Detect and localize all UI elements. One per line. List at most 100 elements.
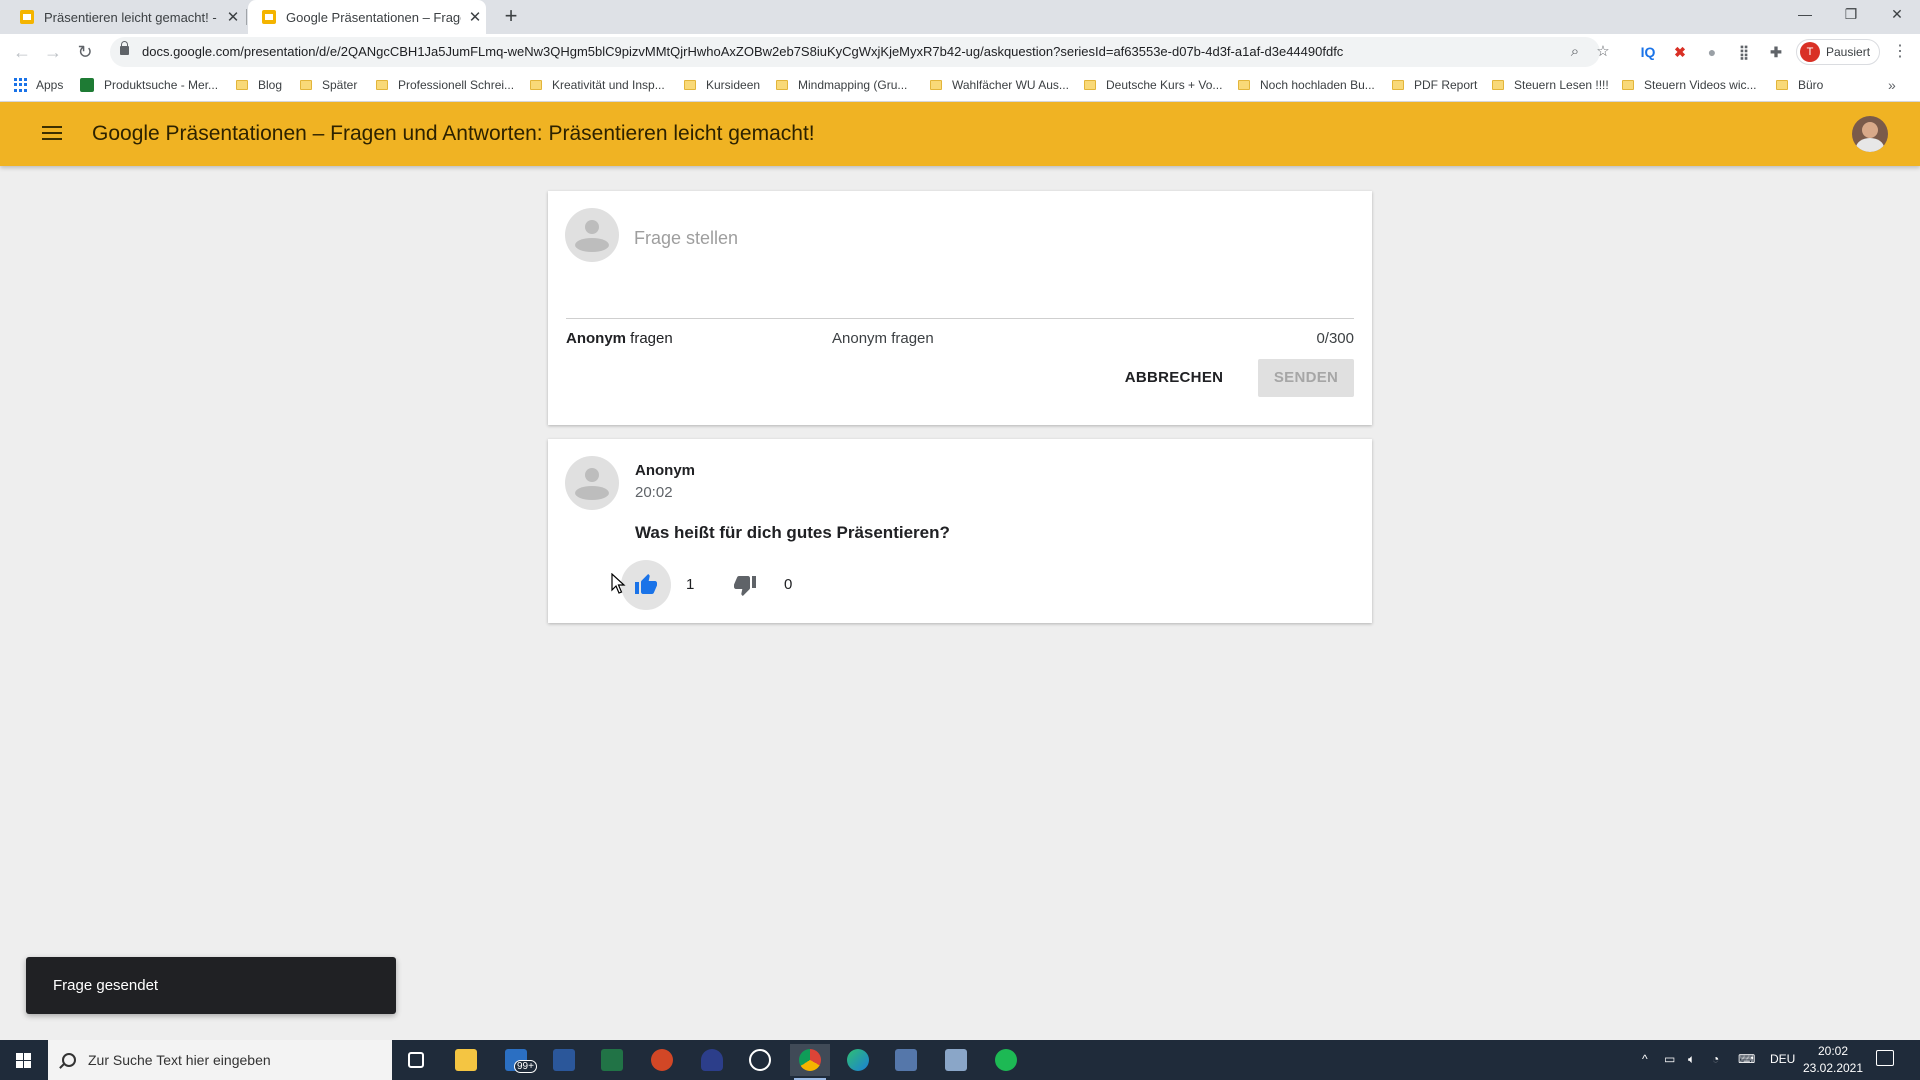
question-input[interactable] <box>634 223 1334 253</box>
extensions-puzzle-icon[interactable]: ✚ <box>1766 42 1786 62</box>
bookmark-item[interactable]: Produktsuche - Mer... <box>80 78 218 92</box>
like-button[interactable] <box>621 560 671 610</box>
word-icon[interactable] <box>544 1044 584 1076</box>
browser-tab-1[interactable]: Präsentieren leicht gemacht! - G ✕ <box>6 0 244 34</box>
bookmark-item[interactable]: PDF Report <box>1392 78 1477 92</box>
bookmark-item[interactable]: Später <box>300 78 357 92</box>
address-bar[interactable]: docs.google.com/presentation/d/e/2QANgcC… <box>110 37 1610 67</box>
forward-icon[interactable]: → <box>41 40 65 64</box>
dislike-button[interactable] <box>720 560 770 610</box>
cancel-button[interactable]: ABBRECHEN <box>1124 359 1224 397</box>
obs-icon[interactable] <box>740 1044 780 1076</box>
url-text[interactable]: docs.google.com/presentation/d/e/2QANgcC… <box>142 44 1532 59</box>
anonymous-toggle[interactable]: Anonym fragen <box>566 330 673 347</box>
abp-extension-icon[interactable]: ● <box>1702 42 1722 62</box>
app-icon[interactable] <box>936 1044 976 1076</box>
send-button[interactable]: SENDEN <box>1258 359 1354 397</box>
anonymous-toggle-bold: Anonym <box>566 330 626 347</box>
bookmark-item[interactable]: Steuern Lesen !!!! <box>1492 78 1609 92</box>
grid-extension-icon[interactable]: ⣿ <box>1734 42 1754 62</box>
excel-icon[interactable] <box>592 1044 632 1076</box>
bookmark-item[interactable]: Deutsche Kurs + Vo... <box>1084 78 1222 92</box>
app-icon[interactable] <box>692 1044 732 1076</box>
taskbar-search-placeholder: Zur Suche Text hier eingeben <box>88 1052 271 1068</box>
bookmark-item[interactable]: Kursideen <box>684 78 760 92</box>
zoom-icon[interactable]: ⌕ <box>1566 43 1584 61</box>
folder-icon <box>1238 80 1250 90</box>
keyboard-icon[interactable]: ⌨︎ <box>1738 1052 1755 1066</box>
apps-grid-icon <box>14 78 28 92</box>
taskbar-search[interactable]: Zur Suche Text hier eingeben <box>48 1040 392 1080</box>
tray-chevron-icon[interactable]: ^ <box>1642 1052 1648 1066</box>
folder-icon <box>684 80 696 90</box>
bookmark-label: PDF Report <box>1414 78 1478 92</box>
bookmark-item[interactable]: Kreativität und Insp... <box>530 78 665 92</box>
question-time: 20:02 <box>635 484 673 501</box>
bookmark-item[interactable]: Büro <box>1776 78 1823 92</box>
bookmark-label: Kreativität und Insp... <box>552 78 665 92</box>
volume-icon[interactable]: 🔈︎ <box>1688 1052 1695 1067</box>
reload-icon[interactable]: ↻ <box>73 40 97 64</box>
tray-device-icon[interactable]: ▭ <box>1664 1052 1675 1066</box>
bookmark-apps[interactable]: Apps <box>14 78 63 92</box>
windows-taskbar: Zur Suche Text hier eingeben 99+ ^ ▭ 🔈︎ … <box>0 1040 1920 1080</box>
new-tab-button[interactable]: + <box>498 4 524 30</box>
mail-badge: 99+ <box>514 1060 537 1073</box>
close-window-icon[interactable]: ✕ <box>1874 0 1920 30</box>
ask-question-card: Anonym fragen Anonym fragen 0/300 ABBREC… <box>548 191 1372 425</box>
powerpoint-icon[interactable] <box>642 1044 682 1076</box>
close-icon[interactable]: ✕ <box>223 8 243 26</box>
start-button[interactable] <box>0 1040 48 1080</box>
bookmark-item[interactable]: Noch hochladen Bu... <box>1238 78 1375 92</box>
notification-icon[interactable] <box>1876 1050 1894 1066</box>
character-counter: 0/300 <box>1316 330 1354 347</box>
back-icon[interactable]: ← <box>10 40 34 64</box>
extension-red-icon[interactable]: ✖ <box>1670 42 1690 62</box>
profile-chip[interactable]: T Pausiert <box>1796 39 1880 65</box>
bookmarks-overflow-icon[interactable]: » <box>1888 77 1896 93</box>
file-explorer-icon[interactable] <box>446 1044 486 1076</box>
bookmark-label: Mindmapping (Gru... <box>798 78 908 92</box>
search-icon <box>62 1053 76 1067</box>
bookmark-label: Professionell Schrei... <box>398 78 515 92</box>
mouse-cursor-icon <box>611 573 626 594</box>
browser-toolbar: ← → ↻ docs.google.com/presentation/d/e/2… <box>0 34 1920 70</box>
spotify-icon[interactable] <box>986 1044 1026 1076</box>
edge-icon[interactable] <box>838 1044 878 1076</box>
bookmark-item[interactable]: Mindmapping (Gru... <box>776 78 907 92</box>
minimize-icon[interactable]: — <box>1782 0 1828 30</box>
slides-favicon-icon <box>262 10 276 24</box>
folder-icon <box>376 80 388 90</box>
bookmark-item[interactable]: Steuern Videos wic... <box>1622 78 1757 92</box>
bookmark-label: Deutsche Kurs + Vo... <box>1106 78 1223 92</box>
folder-icon <box>236 80 248 90</box>
wifi-icon[interactable]: ◔ <box>1712 1052 1719 1066</box>
bookmark-label: Steuern Lesen !!!! <box>1514 78 1609 92</box>
bookmark-label: Büro <box>1798 78 1824 92</box>
app-icon[interactable] <box>886 1044 926 1076</box>
bookmark-item[interactable]: Blog <box>236 78 282 92</box>
chrome-icon[interactable] <box>790 1044 830 1080</box>
browser-tabstrip: Präsentieren leicht gemacht! - G ✕ Googl… <box>0 0 1920 34</box>
taskbar-clock[interactable]: 20:02 23.02.2021 <box>1798 1043 1868 1077</box>
thumb-down-icon <box>734 576 756 596</box>
restore-icon[interactable]: ❐ <box>1828 0 1874 30</box>
close-icon[interactable]: ✕ <box>465 8 485 26</box>
bookmark-label: Produktsuche - Mer... <box>104 78 219 92</box>
bookmark-item[interactable]: Wahlfächer WU Aus... <box>930 78 1069 92</box>
browser-tab-2-active[interactable]: Google Präsentationen – Fragen ✕ <box>248 0 486 34</box>
user-avatar[interactable] <box>1852 116 1888 152</box>
language-indicator[interactable]: DEU <box>1770 1052 1795 1066</box>
folder-icon <box>1622 80 1634 90</box>
more-menu-icon[interactable]: ⋮ <box>1890 42 1910 62</box>
profile-status: Pausiert <box>1826 45 1871 59</box>
bookmark-star-icon[interactable]: ☆ <box>1594 43 1612 61</box>
iq-extension-icon[interactable]: IQ <box>1638 42 1658 62</box>
bookmark-item[interactable]: Professionell Schrei... <box>376 78 514 92</box>
tab-divider <box>246 9 247 25</box>
slides-favicon-icon <box>20 10 34 24</box>
menu-icon[interactable] <box>40 124 64 142</box>
clock-date: 23.02.2021 <box>1802 1061 1864 1075</box>
task-view-icon[interactable] <box>396 1044 436 1076</box>
mail-icon[interactable]: 99+ <box>496 1044 537 1076</box>
